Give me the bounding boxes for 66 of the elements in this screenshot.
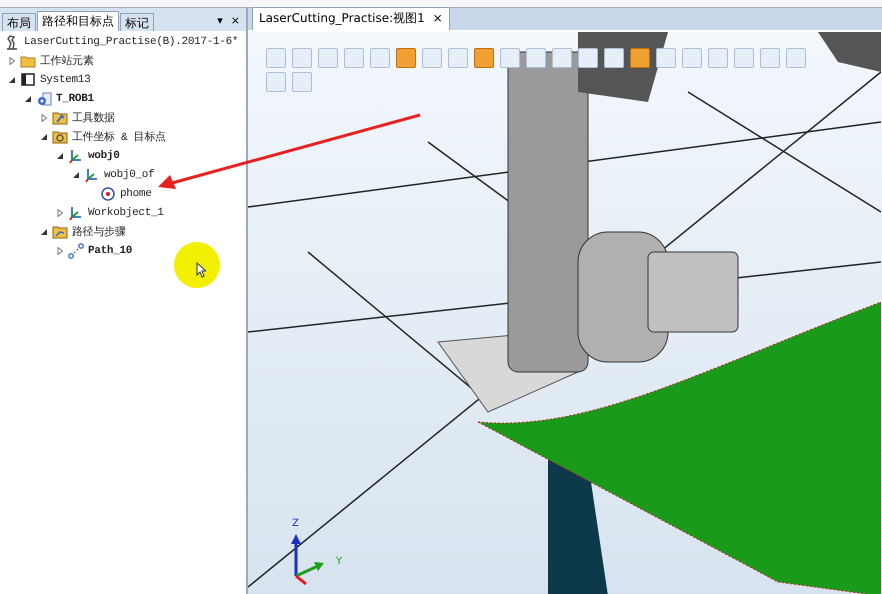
toolbar-icon[interactable] [786,48,806,68]
toolbar-icon[interactable] [630,48,650,68]
toolbar-icon[interactable] [500,48,520,68]
path-icon [68,242,84,258]
toolbar-icon[interactable] [682,48,702,68]
toolbar-icon[interactable] [734,48,754,68]
tree-item[interactable]: wobj0 [88,150,120,162]
y-axis-label: Y [336,556,342,567]
expanded-triangle-icon[interactable] [40,132,48,140]
expanded-triangle-icon[interactable] [40,228,48,236]
gears-document-icon [36,90,52,106]
panel-tab[interactable]: 路径和目标点 [37,11,119,31]
expanded-triangle-icon[interactable] [56,152,64,160]
toolbar-icon[interactable] [292,48,312,68]
tree-item[interactable]: phome [120,188,152,200]
monitor-icon [20,72,36,88]
z-axis-label: Z [292,518,299,529]
toolbar-icon[interactable] [604,48,624,68]
target-icon [100,186,116,202]
axes-icon [68,148,84,164]
tree-item[interactable]: 工作站元素 [40,53,94,68]
axes-icon [84,166,100,182]
frame-folder-icon [52,128,68,144]
toolbar-icon[interactable] [708,48,728,68]
toolbar-icon[interactable] [526,48,546,68]
panel-tab[interactable]: 标记 [120,13,154,31]
tree-item[interactable]: Path_10 [88,244,132,256]
toolbar-icon[interactable] [344,48,364,68]
expanded-triangle-icon[interactable] [72,170,80,178]
collapsed-triangle-icon[interactable] [40,114,48,122]
panel-tab[interactable]: 布局 [2,13,36,31]
toolbar-icon[interactable] [266,48,286,68]
toolbar-icon[interactable] [656,48,676,68]
view-tab[interactable]: LaserCutting_Practise:视图1 × [252,7,450,30]
tree-item[interactable]: LaserCutting_Practise(B).2017-1-6* [24,36,238,48]
tree-item[interactable]: 工具数据 [72,110,115,125]
toolbar-icon[interactable] [422,48,442,68]
dropdown-button[interactable]: ▾ [213,14,227,27]
3d-viewport[interactable]: Z Y [248,32,882,594]
toolbar-icon[interactable] [318,48,338,68]
toolbar-icon[interactable] [552,48,572,68]
toolbar-icon[interactable] [292,72,312,92]
toolbar-icon[interactable] [578,48,598,68]
toolbar-icon[interactable] [370,48,390,68]
tree-item[interactable]: Workobject_1 [88,206,164,218]
close-button[interactable]: × [226,14,244,27]
toolbar-icon[interactable] [448,48,468,68]
toolbar-icon[interactable] [266,72,286,92]
path-folder-icon [52,224,68,240]
toolbar-icon[interactable] [474,48,494,68]
tree-item[interactable]: 工件坐标 & 目标点 [72,129,166,144]
tool-folder-icon [52,110,68,126]
pointer-icon [196,262,206,278]
collapsed-triangle-icon[interactable] [56,246,64,254]
expanded-triangle-icon[interactable] [24,94,32,102]
expanded-triangle-icon[interactable] [8,76,16,84]
collapsed-triangle-icon[interactable] [8,56,16,64]
tree-item[interactable]: wobj0_of [104,168,154,180]
robot-icon [4,34,20,50]
axes-icon [68,204,84,220]
toolbar-icon[interactable] [396,48,416,68]
toolbar-icon[interactable] [760,48,780,68]
collapsed-triangle-icon[interactable] [56,208,64,216]
tree-item[interactable]: 路径与步骤 [72,224,126,239]
tree-item[interactable]: System13 [40,74,90,86]
tree-item[interactable]: T_ROB1 [56,92,94,104]
